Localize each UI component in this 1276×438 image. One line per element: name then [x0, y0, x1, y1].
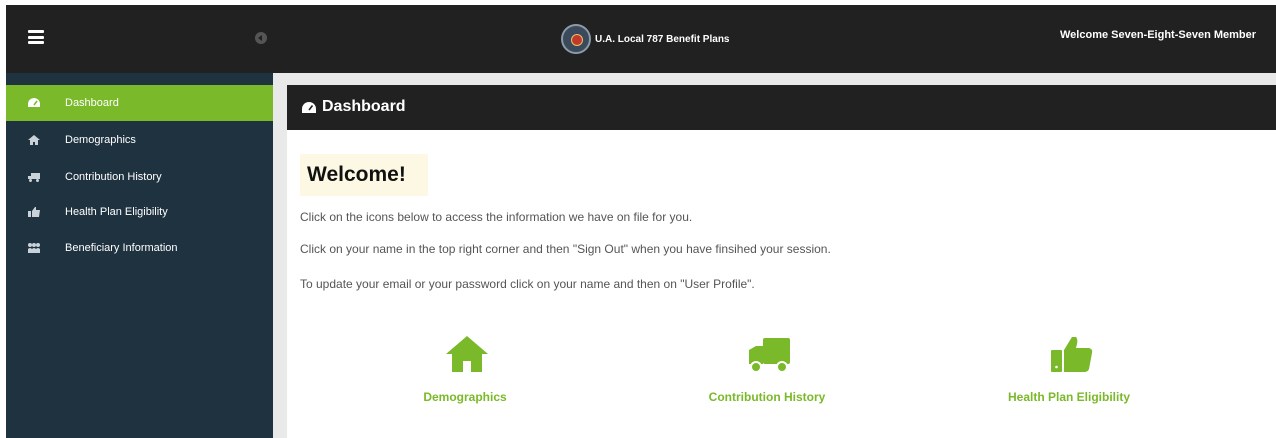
- page-title: Dashboard: [322, 98, 406, 115]
- thumbs-up-icon: [27, 206, 41, 218]
- tile-label: Demographics: [423, 390, 507, 404]
- tile-contribution-history[interactable]: Contribution History: [667, 334, 867, 414]
- sidebar-item-label: Beneficiary Information: [65, 242, 178, 254]
- sidebar: Dashboard Demographics Contribution Hist…: [6, 73, 273, 438]
- sidebar-item-dashboard[interactable]: Dashboard: [6, 85, 273, 121]
- users-icon: [27, 242, 41, 254]
- welcome-box: Welcome!: [300, 154, 428, 196]
- sidebar-item-label: Demographics: [65, 134, 136, 146]
- app-frame: U.A. Local 787 Benefit Plans Welcome Sev…: [6, 5, 1276, 438]
- thumbs-up-icon: [1048, 334, 1094, 374]
- tile-health-plan-eligibility[interactable]: Health Plan Eligibility: [969, 334, 1169, 414]
- sidebar-item-contribution-history[interactable]: Contribution History: [6, 164, 273, 190]
- panel-header: Dashboard: [287, 85, 1276, 130]
- tile-label: Contribution History: [708, 390, 826, 404]
- dashboard-panel: Dashboard Welcome! Click on the icons be…: [287, 85, 1276, 438]
- tile-label: Health Plan Eligibility: [1007, 390, 1131, 404]
- instruction-text: To update your email or your password cl…: [300, 277, 755, 291]
- sidebar-item-label: Health Plan Eligibility: [65, 206, 168, 218]
- truck-icon: [746, 334, 792, 374]
- brand-link[interactable]: U.A. Local 787 Benefit Plans: [561, 24, 730, 54]
- tile-demographics[interactable]: Demographics: [365, 334, 565, 414]
- sidebar-item-label: Contribution History: [65, 171, 162, 183]
- dashboard-icon: [27, 97, 41, 109]
- user-menu[interactable]: Welcome Seven-Eight-Seven Member: [1060, 29, 1256, 41]
- sidebar-item-beneficiary-information[interactable]: Beneficiary Information: [6, 235, 273, 261]
- sidebar-item-label: Dashboard: [65, 97, 119, 109]
- truck-icon: [27, 171, 41, 183]
- sidebar-item-demographics[interactable]: Demographics: [6, 127, 273, 153]
- brand-name: U.A. Local 787 Benefit Plans: [595, 33, 730, 45]
- top-bar: U.A. Local 787 Benefit Plans Welcome Sev…: [6, 5, 1276, 73]
- instruction-text: Click on the icons below to access the i…: [300, 210, 693, 224]
- home-icon: [27, 134, 41, 146]
- circle-arrow-left-icon[interactable]: [255, 32, 267, 44]
- welcome-heading: Welcome!: [307, 163, 406, 186]
- home-icon: [444, 334, 490, 374]
- dashboard-icon: [301, 100, 317, 116]
- sidebar-item-health-plan-eligibility[interactable]: Health Plan Eligibility: [6, 199, 273, 225]
- instruction-text: Click on your name in the top right corn…: [300, 242, 831, 256]
- union-logo: [561, 24, 591, 54]
- menu-icon[interactable]: [28, 30, 44, 44]
